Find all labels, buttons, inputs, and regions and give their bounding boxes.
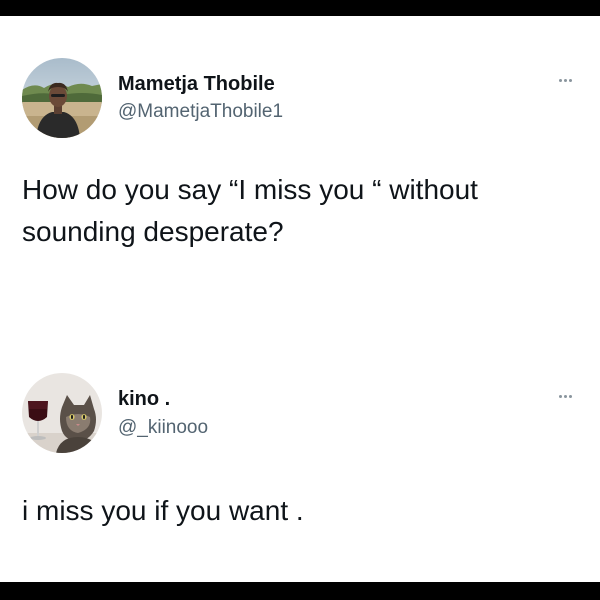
tweet-text: How do you say “I miss you “ without sou… [22, 174, 478, 247]
person-outdoors-avatar-icon [22, 58, 102, 138]
user-handle[interactable]: @MametjaThobile1 [118, 101, 283, 123]
dot [559, 395, 562, 398]
display-name[interactable]: Mametja Thobile [118, 73, 275, 96]
display-name[interactable]: kino . [118, 388, 170, 411]
screenshot-frame: Mametja Thobile @MametjaThobile1 How do … [0, 16, 600, 582]
tweet-text: i miss you if you want . [22, 495, 304, 526]
dot [569, 395, 572, 398]
cat-with-wine-glass-avatar-icon [22, 373, 102, 453]
avatar[interactable] [22, 58, 102, 138]
avatar[interactable] [22, 373, 102, 453]
more-options-icon[interactable] [555, 75, 576, 86]
user-handle[interactable]: @_kiinooo [118, 417, 208, 439]
dot [569, 79, 572, 82]
dot [564, 79, 567, 82]
dot [559, 79, 562, 82]
more-options-icon[interactable] [555, 391, 576, 402]
dot [564, 395, 567, 398]
